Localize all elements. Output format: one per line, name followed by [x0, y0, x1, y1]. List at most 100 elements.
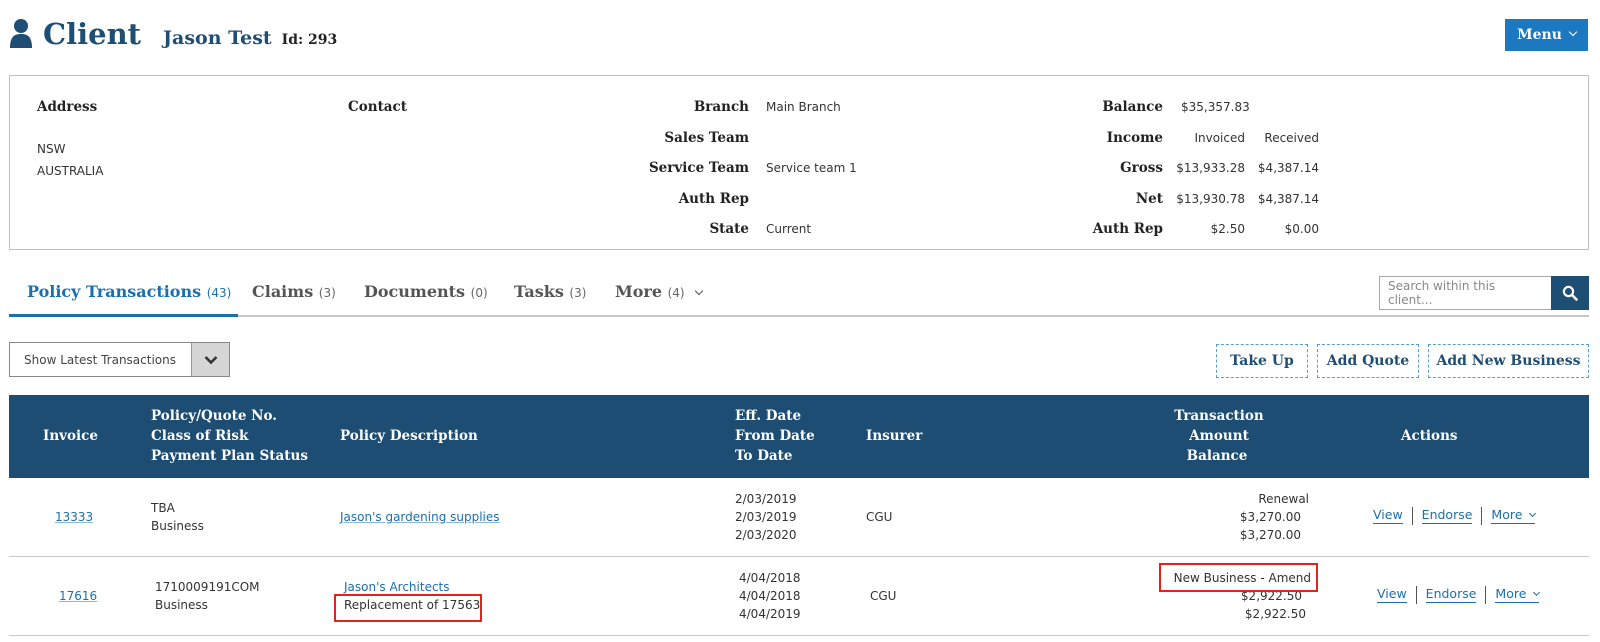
endorse-link[interactable]: Endorse: [1425, 586, 1477, 603]
tab-count: (3): [318, 286, 336, 300]
state-label: State: [709, 221, 749, 237]
col-policy-line-2: Class of Risk: [151, 428, 249, 444]
tab-count: (0): [470, 286, 488, 300]
net-label: Net: [1135, 191, 1163, 207]
address-label: Address: [37, 99, 98, 115]
insurer: CGU: [866, 510, 893, 524]
add-quote-button[interactable]: Add Quote: [1317, 344, 1419, 378]
more-dropdown[interactable]: More: [1491, 507, 1537, 524]
authrep-received: $0.00: [1284, 222, 1319, 236]
tab-policy-transactions[interactable]: Policy Transactions (43): [27, 282, 231, 301]
row-actions: View Endorse More: [1373, 506, 1537, 525]
col-dates-line-3: To Date: [735, 448, 793, 464]
add-new-business-button[interactable]: Add New Business: [1428, 344, 1589, 378]
tab-bar: Policy Transactions (43) Claims (3) Docu…: [9, 268, 1589, 318]
table-row: 13333 TBA Business Jason's gardening sup…: [9, 478, 1589, 557]
chevron-down-icon: [1533, 588, 1541, 597]
col-dates-line-2: From Date: [735, 428, 815, 444]
state-value: Current: [766, 222, 812, 236]
insurer: CGU: [870, 589, 897, 603]
tab-label: Policy Transactions: [27, 282, 202, 301]
eff-date: 2/03/2019: [735, 492, 797, 506]
col-insurer: Insurer: [866, 428, 923, 444]
more-dropdown[interactable]: More: [1495, 586, 1541, 603]
filter-selected-value: Show Latest Transactions: [24, 352, 176, 367]
to-date: 4/04/2019: [739, 607, 801, 621]
endorse-link[interactable]: Endorse: [1421, 507, 1473, 524]
client-name: Jason Test: [163, 27, 272, 49]
balance-value: $35,357.83: [1181, 100, 1250, 114]
separator: [1481, 506, 1483, 525]
contact-label: Contact: [348, 99, 408, 115]
search-input[interactable]: Search within this client...: [1379, 276, 1551, 310]
menu-button[interactable]: Menu: [1505, 19, 1588, 51]
invoiced-header: Invoiced: [1194, 131, 1245, 145]
col-transaction-line-1: Transaction: [1174, 408, 1264, 424]
highlight-box: [334, 594, 482, 622]
col-dates-line-1: Eff. Date: [735, 408, 802, 424]
col-invoice: Invoice: [43, 428, 98, 444]
gross-label: Gross: [1120, 160, 1163, 176]
address-line-2: AUSTRALIA: [37, 164, 104, 178]
chevron-down-icon: [694, 286, 704, 296]
transaction-amount: $3,270.00: [1239, 510, 1301, 524]
search-button[interactable]: [1551, 276, 1589, 310]
auth-rep-label: Auth Rep: [678, 191, 749, 207]
gross-received: $4,387.14: [1257, 161, 1319, 175]
tab-label: Claims: [252, 282, 314, 301]
invoice-link[interactable]: 17616: [59, 587, 97, 605]
eff-date: 4/04/2018: [739, 571, 801, 585]
separator: [1411, 506, 1413, 525]
col-policy-line-3: Payment Plan Status: [151, 448, 308, 464]
separator: [1415, 585, 1417, 604]
menu-button-label: Menu: [1517, 27, 1562, 43]
tab-claims[interactable]: Claims (3): [252, 282, 336, 301]
page-header: Client Jason Test Id: 293: [9, 14, 337, 54]
page-title: Client: [43, 17, 142, 51]
client-id: Id: 293: [281, 32, 338, 48]
col-transaction-line-3: Balance: [1186, 448, 1248, 464]
service-team-label: Service Team: [648, 160, 749, 176]
tab-count: (4): [667, 286, 685, 300]
policy-number: TBA: [151, 501, 175, 515]
address-line-1: NSW: [37, 142, 66, 156]
col-actions: Actions: [1401, 428, 1458, 444]
tab-tasks[interactable]: Tasks (3): [514, 282, 586, 301]
row-actions: View Endorse More: [1377, 585, 1541, 604]
tab-count: (3): [569, 286, 587, 300]
tab-count: (43): [206, 286, 232, 300]
col-transaction-line-2: Amount: [1189, 428, 1249, 444]
person-icon: [10, 19, 32, 48]
tab-label: More: [615, 282, 662, 301]
view-link[interactable]: View: [1373, 507, 1403, 524]
service-team-value: Service team 1: [766, 161, 857, 175]
transaction-balance: $2,922.50: [1244, 607, 1306, 621]
separator: [1485, 585, 1487, 604]
net-invoiced: $13,930.78: [1176, 192, 1245, 206]
class-of-risk: Business: [155, 598, 208, 612]
tab-divider: [9, 315, 1589, 317]
from-date: 2/03/2019: [735, 510, 797, 524]
highlight-box: [1159, 563, 1318, 592]
transaction-filter-select[interactable]: Show Latest Transactions: [9, 342, 230, 377]
from-date: 4/04/2018: [739, 589, 801, 603]
tab-documents[interactable]: Documents (0): [364, 282, 488, 301]
tab-more[interactable]: More (4): [615, 282, 704, 301]
active-tab-indicator: [9, 314, 238, 317]
take-up-button[interactable]: Take Up: [1216, 344, 1308, 378]
gross-invoiced: $13,933.28: [1176, 161, 1245, 175]
chevron-down-icon: [1529, 509, 1537, 518]
tab-label: Documents: [364, 282, 466, 301]
transaction-type: Renewal: [1258, 492, 1309, 506]
sales-team-label: Sales Team: [664, 130, 749, 146]
received-header: Received: [1264, 131, 1319, 145]
authrep-fin-label: Auth Rep: [1092, 221, 1163, 237]
net-received: $4,387.14: [1257, 192, 1319, 206]
view-link[interactable]: View: [1377, 586, 1407, 603]
table-row: 17616 1710009191COM Business Jason's Arc…: [9, 557, 1589, 636]
policy-description-link[interactable]: Jason's gardening supplies: [340, 508, 500, 526]
invoice-link[interactable]: 13333: [55, 508, 93, 526]
search-placeholder: Search within this client...: [1388, 279, 1496, 307]
chevron-down-icon: [191, 343, 229, 376]
to-date: 2/03/2020: [735, 528, 797, 542]
